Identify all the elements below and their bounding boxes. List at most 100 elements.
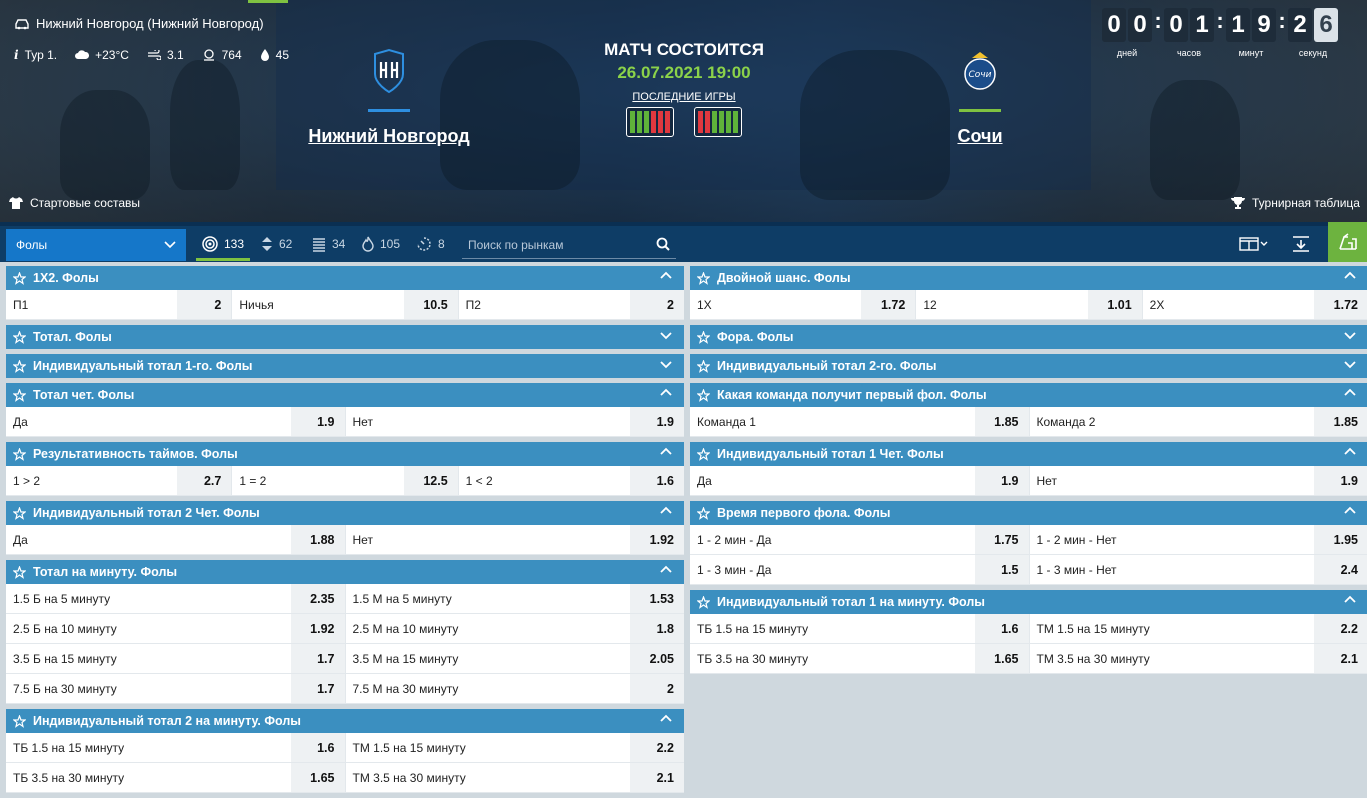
chevron-up-icon[interactable] <box>660 714 672 724</box>
market-header[interactable]: Индивидуальный тотал 1 Чет. Фолы <box>690 442 1367 466</box>
star-icon[interactable] <box>697 596 710 609</box>
market-search[interactable]: Поиск по рынкам <box>462 231 676 259</box>
odds-button[interactable]: 1.72 <box>861 290 915 319</box>
collapse-all-button[interactable] <box>1286 226 1316 262</box>
star-icon[interactable] <box>13 715 26 728</box>
outcome[interactable]: 7.5 М на 30 минуту2 <box>346 674 685 703</box>
outcome[interactable]: 1 > 22.7 <box>6 466 232 495</box>
chevron-up-icon[interactable] <box>1344 595 1356 605</box>
odds-button[interactable]: 1.92 <box>630 525 684 554</box>
outcome[interactable]: Ничья10.5 <box>232 290 458 319</box>
chevron-down-icon[interactable] <box>660 330 672 340</box>
odds-button[interactable]: 2.4 <box>1314 555 1367 584</box>
odds-button[interactable]: 1.9 <box>1314 466 1367 495</box>
chevron-up-icon[interactable] <box>660 447 672 457</box>
odds-button[interactable]: 2.35 <box>291 584 345 613</box>
odds-button[interactable]: 2.1 <box>630 763 684 792</box>
odds-button[interactable]: 1.72 <box>1314 290 1367 319</box>
stats-button[interactable] <box>1328 222 1367 262</box>
chevron-down-icon[interactable] <box>660 359 672 369</box>
outcome[interactable]: 1.5 Б на 5 минуту2.35 <box>6 584 346 613</box>
market-header[interactable]: Тотал. Фолы <box>6 325 684 349</box>
outcome[interactable]: 1.5 М на 5 минуту1.53 <box>346 584 685 613</box>
outcome[interactable]: Команда 21.85 <box>1030 407 1367 436</box>
lineups-link[interactable]: Стартовые составы <box>9 196 140 210</box>
outcome[interactable]: Да1.88 <box>6 525 346 554</box>
odds-button[interactable]: 1.85 <box>975 407 1029 436</box>
odds-button[interactable]: 1.5 <box>975 555 1029 584</box>
star-icon[interactable] <box>13 272 26 285</box>
outcome[interactable]: 3.5 М на 15 минуту2.05 <box>346 644 685 673</box>
odds-button[interactable]: 12.5 <box>404 466 458 495</box>
star-icon[interactable] <box>13 389 26 402</box>
odds-button[interactable]: 10.5 <box>404 290 458 319</box>
chevron-up-icon[interactable] <box>1344 271 1356 281</box>
star-icon[interactable] <box>697 389 710 402</box>
filter-popular[interactable]: 105 <box>362 236 400 252</box>
odds-button[interactable]: 2.1 <box>1314 644 1367 673</box>
odds-button[interactable]: 1.7 <box>291 674 345 703</box>
outcome[interactable]: Команда 11.85 <box>690 407 1030 436</box>
odds-button[interactable]: 1.53 <box>630 584 684 613</box>
market-header[interactable]: Тотал чет. Фолы <box>6 383 684 407</box>
star-icon[interactable] <box>13 331 26 344</box>
market-header[interactable]: Индивидуальный тотал 2-го. Фолы <box>690 354 1367 378</box>
market-header[interactable]: Тотал на минуту. Фолы <box>6 560 684 584</box>
odds-button[interactable]: 2 <box>177 290 231 319</box>
odds-button[interactable]: 2 <box>630 290 684 319</box>
layout-toggle[interactable] <box>1234 226 1274 262</box>
outcome[interactable]: 1 - 3 мин - Да1.5 <box>690 555 1030 584</box>
outcome[interactable]: ТБ 1.5 на 15 минуту1.6 <box>6 733 346 762</box>
outcome[interactable]: ТМ 3.5 на 30 минуту2.1 <box>1030 644 1367 673</box>
odds-button[interactable]: 1.85 <box>1314 407 1367 436</box>
odds-button[interactable]: 2 <box>630 674 684 703</box>
market-header[interactable]: Фора. Фолы <box>690 325 1367 349</box>
odds-button[interactable]: 1.65 <box>291 763 345 792</box>
outcome[interactable]: 1 < 21.6 <box>459 466 684 495</box>
chevron-up-icon[interactable] <box>1344 388 1356 398</box>
search-icon[interactable] <box>656 237 670 251</box>
outcome[interactable]: 121.01 <box>916 290 1142 319</box>
chevron-up-icon[interactable] <box>660 271 672 281</box>
filter-handicap[interactable]: 34 <box>312 236 345 252</box>
odds-button[interactable]: 1.75 <box>975 525 1029 554</box>
home-form[interactable] <box>626 107 674 137</box>
star-icon[interactable] <box>13 448 26 461</box>
outcome[interactable]: ТМ 1.5 на 15 минуту2.2 <box>1030 614 1367 643</box>
market-header[interactable]: Индивидуальный тотал 1 на минуту. Фолы <box>690 590 1367 614</box>
outcome[interactable]: 1 = 212.5 <box>232 466 458 495</box>
chevron-down-icon[interactable] <box>1344 330 1356 340</box>
filter-time[interactable]: 8 <box>416 236 445 252</box>
star-icon[interactable] <box>13 507 26 520</box>
odds-button[interactable]: 1.6 <box>630 466 684 495</box>
star-icon[interactable] <box>13 360 26 373</box>
market-header[interactable]: Результативность таймов. Фолы <box>6 442 684 466</box>
odds-button[interactable]: 1.9 <box>975 466 1029 495</box>
market-header[interactable]: Время первого фола. Фолы <box>690 501 1367 525</box>
outcome[interactable]: 1 - 2 мин - Нет1.95 <box>1030 525 1367 554</box>
market-header[interactable]: Индивидуальный тотал 2 на минуту. Фолы <box>6 709 684 733</box>
star-icon[interactable] <box>697 331 710 344</box>
market-header[interactable]: Двойной шанс. Фолы <box>690 266 1367 290</box>
outcome[interactable]: П22 <box>459 290 684 319</box>
star-icon[interactable] <box>697 272 710 285</box>
odds-button[interactable]: 1.95 <box>1314 525 1367 554</box>
odds-button[interactable]: 1.9 <box>630 407 684 436</box>
home-team[interactable]: Нижний Новгород <box>289 48 489 147</box>
odds-button[interactable]: 1.6 <box>975 614 1029 643</box>
odds-button[interactable]: 1.6 <box>291 733 345 762</box>
away-team[interactable]: Сочи Сочи <box>880 48 1080 147</box>
star-icon[interactable] <box>697 360 710 373</box>
last-games-link[interactable]: ПОСЛЕДНИЕ ИГРЫ <box>584 91 784 103</box>
odds-button[interactable]: 1.9 <box>291 407 345 436</box>
outcome[interactable]: 2.5 М на 10 минуту1.8 <box>346 614 685 643</box>
outcome[interactable]: ТБ 3.5 на 30 минуту1.65 <box>690 644 1030 673</box>
home-team-name[interactable]: Нижний Новгород <box>289 126 489 147</box>
market-header[interactable]: Индивидуальный тотал 1-го. Фолы <box>6 354 684 378</box>
outcome[interactable]: ТМ 3.5 на 30 минуту2.1 <box>346 763 685 792</box>
chevron-up-icon[interactable] <box>660 388 672 398</box>
odds-button[interactable]: 1.7 <box>291 644 345 673</box>
odds-button[interactable]: 2.05 <box>630 644 684 673</box>
odds-button[interactable]: 1.92 <box>291 614 345 643</box>
outcome[interactable]: 1Х1.72 <box>690 290 916 319</box>
